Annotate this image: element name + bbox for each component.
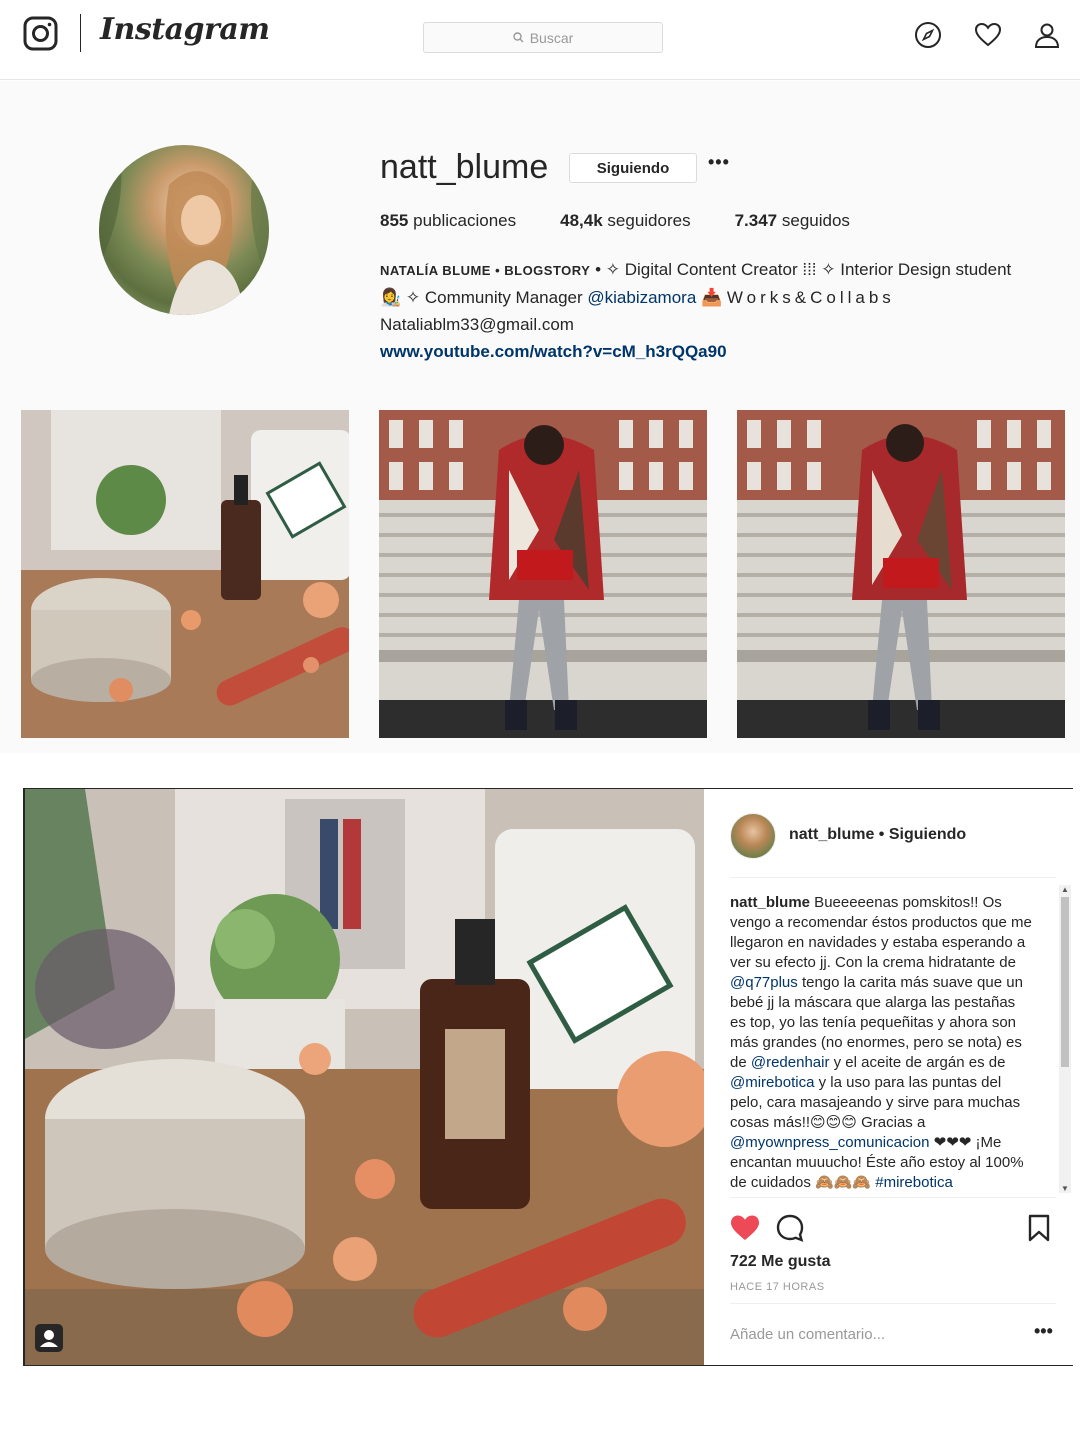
caption-mention-q77plus[interactable]: @q77plus — [730, 974, 798, 991]
bio-mention-link[interactable]: @kiabizamora — [587, 288, 696, 307]
scroll-up-arrow-icon[interactable]: ▲ — [1061, 885, 1069, 894]
comment-options-button[interactable]: ••• — [1034, 1321, 1053, 1342]
explore-compass-icon[interactable] — [914, 21, 942, 49]
search-icon — [513, 32, 524, 43]
bookmark-icon[interactable] — [1028, 1214, 1050, 1242]
caption-mention-redenhair[interactable]: @redenhair — [751, 1054, 830, 1071]
instagram-camera-icon[interactable] — [23, 16, 58, 51]
post-timestamp: HACE 17 HORAS — [730, 1281, 825, 1293]
heart-icon[interactable] — [974, 21, 1002, 49]
top-navigation-bar: Instagram Buscar — [0, 0, 1080, 80]
profile-bio: NATALÍA BLUME • BLOGSTORY • ✧ Digital Co… — [380, 256, 1070, 365]
posts-count: 855 — [380, 211, 409, 230]
bio-full-name: NATALÍA BLUME • BLOGSTORY — [380, 263, 591, 278]
bio-email: Nataliablm33@gmail.com — [380, 315, 574, 334]
bio-website-link[interactable]: www.youtube.com/watch?v=cM_h3rQQa90 — [380, 342, 727, 361]
options-more-button[interactable]: ••• — [708, 152, 730, 173]
profile-icon[interactable] — [1033, 21, 1061, 49]
grid-post-2[interactable] — [379, 410, 707, 738]
search-input[interactable]: Buscar — [423, 22, 663, 53]
posts-label: publicaciones — [413, 211, 517, 230]
header-divider — [730, 877, 1056, 878]
caption-scrollbar[interactable]: ▲ ▼ — [1059, 885, 1071, 1193]
likes-count[interactable]: 722 Me gusta — [730, 1253, 830, 1271]
post-caption: natt_blume Bueeeeenas pomskitos!! Os ven… — [730, 893, 1035, 1193]
logo-separator — [80, 14, 81, 52]
post-image[interactable] — [25, 789, 704, 1365]
caption-mention-myownpress[interactable]: @myownpress_comunicacion — [730, 1134, 929, 1151]
posts-stat: 855 publicaciones — [380, 211, 516, 231]
following-stat[interactable]: 7.347 seguidos — [735, 211, 850, 231]
bio-description: • ✧ Digital Content Creator ⁞⁞⁞ ✧ Interi… — [590, 260, 1012, 279]
post-following-status[interactable]: • Siguiendo — [879, 826, 966, 843]
post-modal: natt_blume • Siguiendo natt_blume Bueeee… — [23, 788, 1074, 1366]
post-author-avatar[interactable] — [730, 813, 776, 859]
bio-role: 👩‍🎨 ✧ Community Manager — [380, 288, 588, 307]
grid-post-1[interactable] — [21, 410, 349, 738]
profile-avatar[interactable] — [99, 145, 269, 315]
caption-hashtag[interactable]: #mirebotica — [875, 1174, 953, 1191]
caption-mention-mirebotica[interactable]: @mirebotica — [730, 1074, 814, 1091]
followers-count: 48,4k — [560, 211, 603, 230]
caption-username[interactable]: natt_blume — [730, 894, 810, 911]
profile-stats: 855 publicaciones 48,4k seguidores 7.347… — [380, 211, 850, 231]
post-sidebar: natt_blume • Siguiendo natt_blume Bueeee… — [704, 789, 1074, 1365]
instagram-wordmark[interactable]: Instagram — [100, 12, 270, 47]
followers-stat[interactable]: 48,4k seguidores — [560, 211, 690, 231]
add-comment-input[interactable]: Añade un comentario... — [730, 1326, 885, 1343]
actions-divider — [730, 1197, 1056, 1198]
post-author: natt_blume • Siguiendo — [789, 826, 966, 844]
comment-divider — [730, 1303, 1056, 1304]
comment-bubble-icon[interactable] — [776, 1214, 804, 1242]
bio-works-collabs: Works&Collabs — [726, 288, 895, 307]
scroll-down-arrow-icon[interactable]: ▼ — [1061, 1184, 1069, 1193]
post-author-username[interactable]: natt_blume — [789, 826, 874, 843]
bio-line-1: NATALÍA BLUME • BLOGSTORY • ✧ Digital Co… — [380, 256, 1070, 284]
scrollbar-thumb[interactable] — [1061, 897, 1069, 1067]
following-button[interactable]: Siguiendo — [569, 153, 697, 183]
bio-collab-icon: 📥 — [696, 288, 727, 307]
bio-line-2: 👩‍🎨 ✧ Community Manager @kiabizamora 📥 W… — [380, 284, 1070, 311]
caption-text-3: y el aceite de argán es de — [829, 1054, 1006, 1071]
following-count: 7.347 — [734, 211, 778, 230]
like-heart-icon[interactable] — [730, 1214, 760, 1242]
grid-post-3[interactable] — [737, 410, 1065, 738]
followers-label: seguidores — [607, 211, 691, 230]
search-placeholder: Buscar — [529, 29, 574, 46]
profile-username: natt_blume — [380, 148, 549, 186]
following-label: seguidos — [781, 211, 850, 230]
